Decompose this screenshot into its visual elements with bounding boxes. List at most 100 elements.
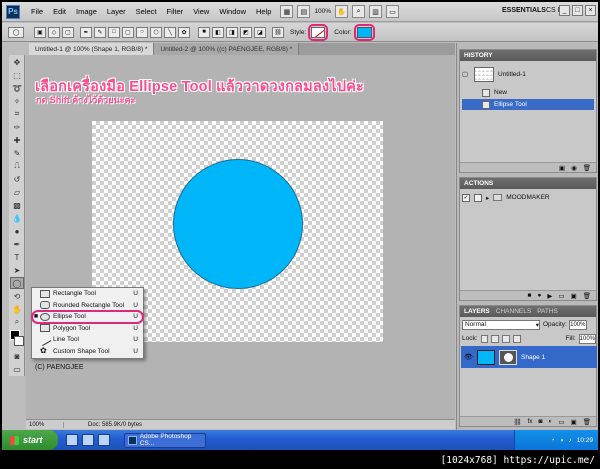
zoom-icon[interactable]: ⌕	[352, 5, 366, 18]
pen-tool-icon[interactable]: ✒	[10, 238, 24, 250]
opacity-input[interactable]: 100%	[568, 319, 587, 330]
new-shape-layer-icon[interactable]: ■	[198, 26, 210, 38]
freeform-pen-icon[interactable]: ✎	[94, 26, 106, 38]
quick-mask-icon[interactable]: ◙	[10, 350, 24, 362]
3d-rotate-tool-icon[interactable]: ⟲	[10, 290, 24, 302]
record-icon[interactable]: ●	[537, 292, 541, 299]
subtract-shape-icon[interactable]: ◨	[226, 26, 238, 38]
tab-untitled-2[interactable]: Untitled-2 @ 100% ((c) PAENGJEE, RGB/8) …	[154, 43, 300, 55]
mini-bridge-icon[interactable]: ▤	[297, 5, 311, 18]
eye-icon[interactable]: 👁	[464, 353, 473, 361]
trash-icon[interactable]: 🗑	[583, 418, 591, 426]
zoom-tool-icon[interactable]: ⌕	[10, 316, 24, 328]
ellipse-tool-icon[interactable]: ◯	[10, 277, 24, 289]
line-shape-icon[interactable]: ╲	[164, 26, 176, 38]
history-panel-title[interactable]: HISTORY	[460, 50, 596, 61]
maximize-icon[interactable]: □	[572, 5, 583, 16]
layer-fill-thumbnail[interactable]	[477, 349, 495, 365]
status-zoom[interactable]: 100%	[26, 421, 64, 428]
flyout-custom-shape-tool[interactable]: ✿ Custom Shape Tool U	[32, 346, 143, 358]
hand-tool-icon[interactable]: ✋	[10, 303, 24, 315]
menu-help[interactable]: Help	[251, 7, 276, 16]
blend-mode-select[interactable]: Normal ▾	[462, 319, 540, 330]
menu-file[interactable]: File	[26, 7, 48, 16]
fx-icon[interactable]: fx	[527, 418, 532, 425]
stop-icon[interactable]: ■	[528, 292, 532, 299]
quicklaunch-icon[interactable]	[98, 434, 110, 446]
link-layers-icon[interactable]: ⛓	[513, 418, 521, 426]
bridge-icon[interactable]: ▦	[280, 5, 294, 18]
minimize-icon[interactable]: _	[559, 5, 570, 16]
background-color[interactable]	[14, 336, 24, 346]
lock-position-icon[interactable]	[502, 334, 510, 343]
exclude-shape-icon[interactable]: ◪	[254, 26, 266, 38]
crop-tool-icon[interactable]: ⌗	[10, 108, 24, 120]
layer-row-shape-1[interactable]: 👁 Shape 1	[461, 346, 597, 368]
actions-panel-title[interactable]: ACTIONS	[460, 178, 596, 189]
dialog-toggle-icon[interactable]	[474, 193, 482, 202]
hand-icon[interactable]: ✋	[335, 5, 349, 18]
snapshot-camera-icon[interactable]: ◉	[571, 164, 577, 172]
tray-icon[interactable]: ◔	[551, 437, 555, 444]
tab-channels[interactable]: CHANNELS	[496, 308, 531, 315]
screen-mode-tool-icon[interactable]: ▭	[10, 363, 24, 375]
style-picker[interactable]	[311, 26, 326, 38]
lock-transparent-icon[interactable]	[480, 334, 489, 343]
lock-image-icon[interactable]	[491, 334, 500, 343]
tab-layers[interactable]: LAYERS	[464, 308, 490, 315]
custom-shape-icon[interactable]: ✿	[178, 26, 190, 38]
color-swatch[interactable]	[356, 26, 372, 38]
menu-edit[interactable]: Edit	[48, 7, 71, 16]
add-shape-icon[interactable]: ◧	[212, 26, 224, 38]
ellipse-shape-icon[interactable]: ○	[136, 26, 148, 38]
blur-tool-icon[interactable]: 💧	[10, 212, 24, 224]
close-icon[interactable]: ×	[585, 5, 596, 16]
start-button[interactable]: start	[2, 430, 58, 450]
menu-filter[interactable]: Filter	[162, 7, 189, 16]
flyout-polygon-tool[interactable]: Polygon Tool U	[32, 323, 143, 335]
paths-icon[interactable]: ◇	[48, 26, 60, 38]
trash-icon[interactable]: 🗑	[583, 292, 591, 300]
flyout-rounded-rectangle-tool[interactable]: Rounded Rectangle Tool U	[32, 300, 143, 312]
clone-stamp-tool-icon[interactable]: ⎍	[10, 160, 24, 172]
dodge-tool-icon[interactable]: ●	[10, 225, 24, 237]
tab-untitled-1[interactable]: Untitled-1 @ 100% (Shape 1, RGB/8) *	[29, 43, 155, 55]
menu-image[interactable]: Image	[71, 7, 102, 16]
type-tool-icon[interactable]: T	[10, 251, 24, 263]
ellipse-shape[interactable]	[173, 159, 303, 289]
new-layer-icon[interactable]: ▣	[571, 418, 577, 426]
new-document-from-state-icon[interactable]: ▣	[559, 164, 565, 172]
marquee-tool-icon[interactable]: ⬚	[10, 69, 24, 81]
new-set-icon[interactable]: ▭	[558, 292, 564, 300]
lock-all-icon[interactable]	[512, 334, 521, 343]
history-snapshot[interactable]: ▢ Untitled-1	[462, 64, 594, 84]
flyout-rectangle-tool[interactable]: Rectangle Tool U	[32, 288, 143, 300]
brush-tool-icon[interactable]: ✎	[10, 147, 24, 159]
new-action-icon[interactable]: ▣	[571, 292, 577, 300]
eraser-tool-icon[interactable]: ▱	[10, 186, 24, 198]
expand-triangle-icon[interactable]: ▸	[486, 194, 489, 202]
tool-preset-icon[interactable]: ◯	[8, 26, 24, 38]
tray-icon[interactable]: ◑	[560, 437, 564, 444]
flyout-ellipse-tool[interactable]: ■ Ellipse Tool U	[31, 310, 144, 324]
healing-tool-icon[interactable]: ✚	[10, 134, 24, 146]
flyout-line-tool[interactable]: Line Tool U	[32, 333, 143, 346]
eyedropper-tool-icon[interactable]: ✑	[10, 121, 24, 133]
polygon-shape-icon[interactable]: ⬡	[150, 26, 162, 38]
new-group-icon[interactable]: ▭	[558, 418, 564, 426]
volume-icon[interactable]: ♪	[568, 437, 571, 444]
zoom-dropdown[interactable]: 100%	[314, 8, 331, 15]
menu-window[interactable]: Window	[214, 7, 251, 16]
menu-select[interactable]: Select	[131, 7, 162, 16]
shape-layers-icon[interactable]: ▣	[34, 26, 46, 38]
menu-layer[interactable]: Layer	[102, 7, 131, 16]
history-brush-tool-icon[interactable]: ↺	[10, 173, 24, 185]
action-set-row[interactable]: ✓ ▸ MOODMAKER	[462, 192, 594, 203]
quicklaunch-icon[interactable]	[82, 434, 94, 446]
rounded-rect-shape-icon[interactable]: ▢	[122, 26, 134, 38]
fill-input[interactable]: 100%	[578, 333, 597, 344]
show-desktop-icon[interactable]	[66, 434, 78, 446]
link-icon[interactable]: ⛓	[272, 26, 284, 38]
add-mask-icon[interactable]: ◙	[539, 418, 543, 425]
history-state-new[interactable]: New	[462, 87, 594, 98]
